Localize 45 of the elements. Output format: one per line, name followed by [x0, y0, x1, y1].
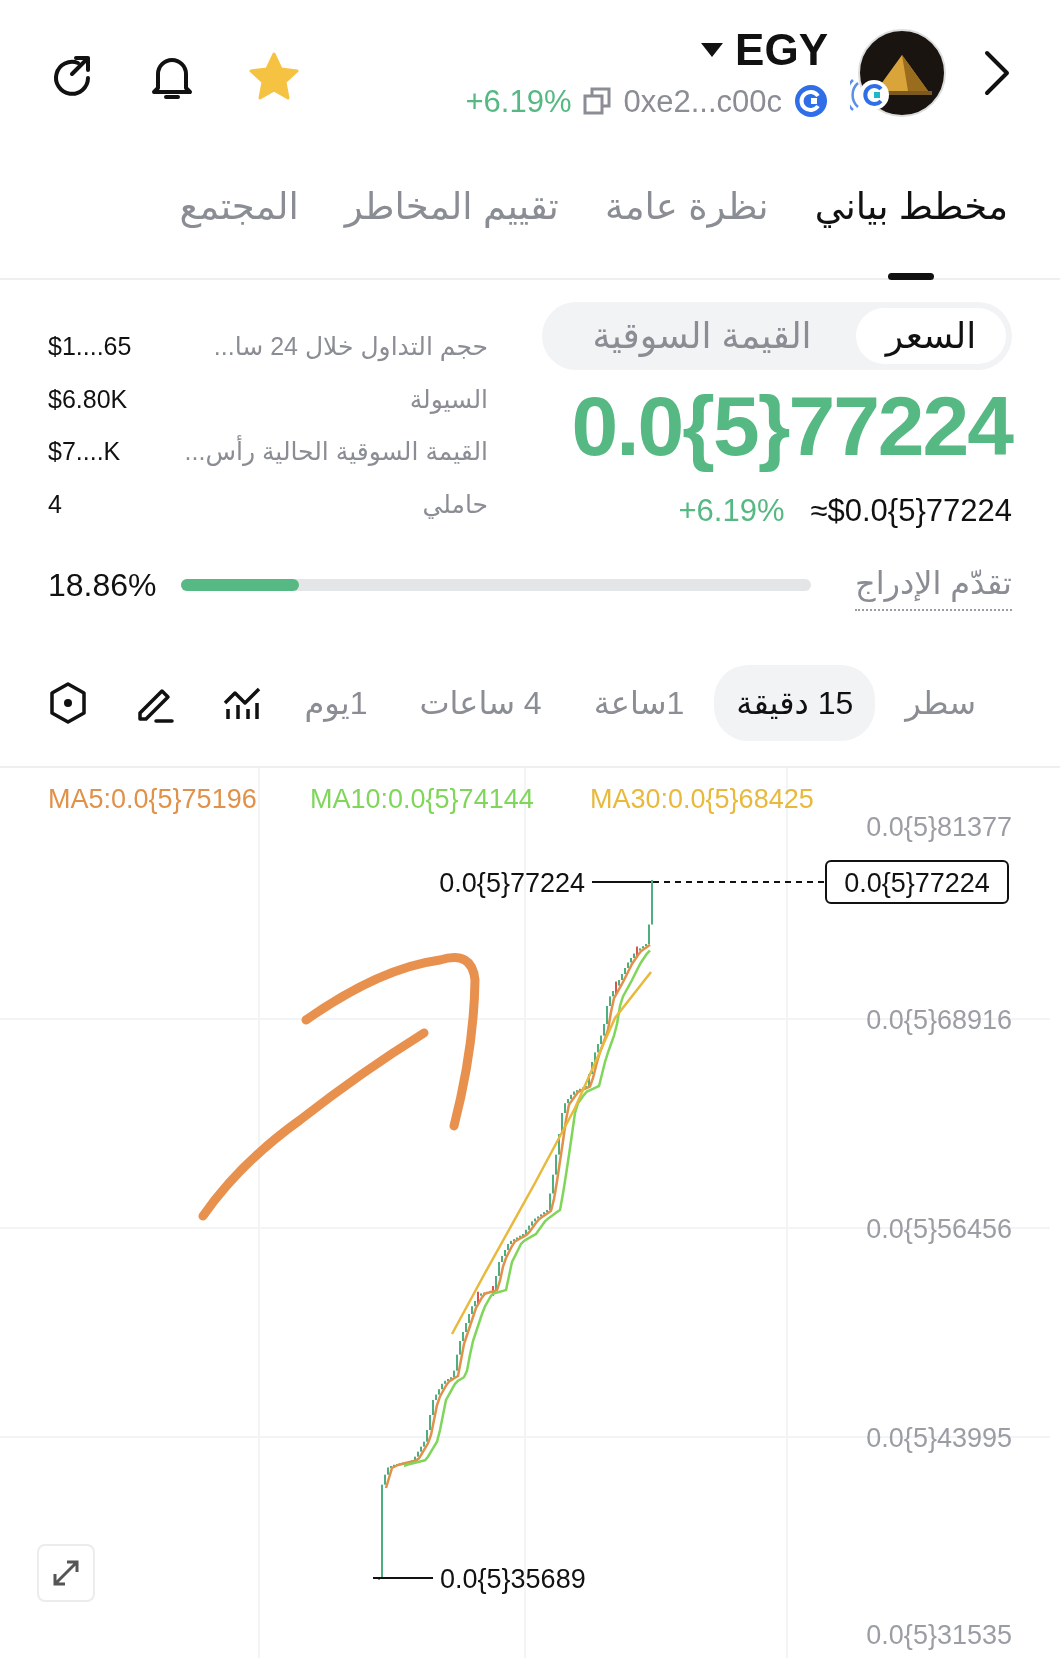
axis-label: 0.0{5}43995	[866, 1423, 1012, 1453]
price-change: +6.19%	[465, 85, 572, 117]
toggle-option[interactable]: السعر	[856, 308, 1006, 364]
chain-badge-icon	[794, 84, 828, 118]
tab[interactable]: المجتمع	[179, 150, 299, 278]
axis-label: 0.0{5}56456	[866, 1214, 1012, 1244]
indicator-chart-icon[interactable]	[222, 685, 262, 721]
interval-tab[interactable]: 4 ساعات	[397, 665, 564, 741]
token-symbol: EGY	[735, 28, 828, 72]
network-badge-icon	[850, 77, 890, 113]
tab[interactable]: تقييم المخاطر	[344, 150, 559, 278]
axis-label: 0.0{5}81377	[866, 812, 1012, 842]
moving-average-label: MA5:0.0{5}75196	[48, 784, 257, 814]
progress-reading: 18.86%	[48, 566, 157, 605]
axis-label: 0.0{5}31535	[866, 1620, 1012, 1650]
progress-label: تقدّم الإدراج	[855, 559, 1012, 611]
moving-average-label: MA10:0.0{5}74144	[310, 784, 534, 814]
contract-address: 0xe2...c00c	[623, 85, 782, 117]
tab[interactable]: نظرة عامة	[604, 150, 769, 278]
copy-icon[interactable]	[583, 87, 612, 115]
axis-label: 0.0{5}68916	[866, 1005, 1012, 1035]
stat-value: $1....65	[48, 331, 132, 362]
chevron-right-icon[interactable]	[982, 49, 1012, 97]
interval-tab[interactable]: سطر	[883, 665, 998, 741]
stat-label: القيمة السوقية الحالية رأس...	[184, 434, 488, 468]
expand-button[interactable]	[37, 1544, 95, 1602]
toggle-option[interactable]: القيمة السوقية	[548, 308, 856, 364]
interval-tab[interactable]: 1يوم	[282, 665, 390, 741]
interval-tab[interactable]: 1ساعة	[571, 665, 707, 741]
stat-label: حاملي	[422, 488, 488, 521]
stat-value: $6.80K	[48, 383, 128, 415]
usd-price: ≈$0.0{5}77224	[810, 492, 1012, 530]
price-change: +6.19%	[678, 492, 785, 530]
current-price-tag: 0.0{5}77224	[825, 860, 1009, 904]
caret-down-icon[interactable]	[701, 43, 724, 57]
stat-label: السيولة	[409, 383, 488, 416]
stat-value: 4	[48, 488, 62, 520]
stat-label: حجم التداول خلال 24 سا...	[213, 331, 488, 364]
expand-icon	[51, 1558, 81, 1588]
stat-value: $7....K	[48, 436, 121, 467]
tab[interactable]: مخطط بياني	[814, 150, 1008, 278]
moving-average-label: MA30:0.0{5}68425	[590, 784, 814, 814]
settings-icon[interactable]	[48, 681, 88, 725]
interval-tab[interactable]: 15 دقيقة	[714, 665, 876, 741]
star-icon[interactable]	[248, 51, 300, 101]
